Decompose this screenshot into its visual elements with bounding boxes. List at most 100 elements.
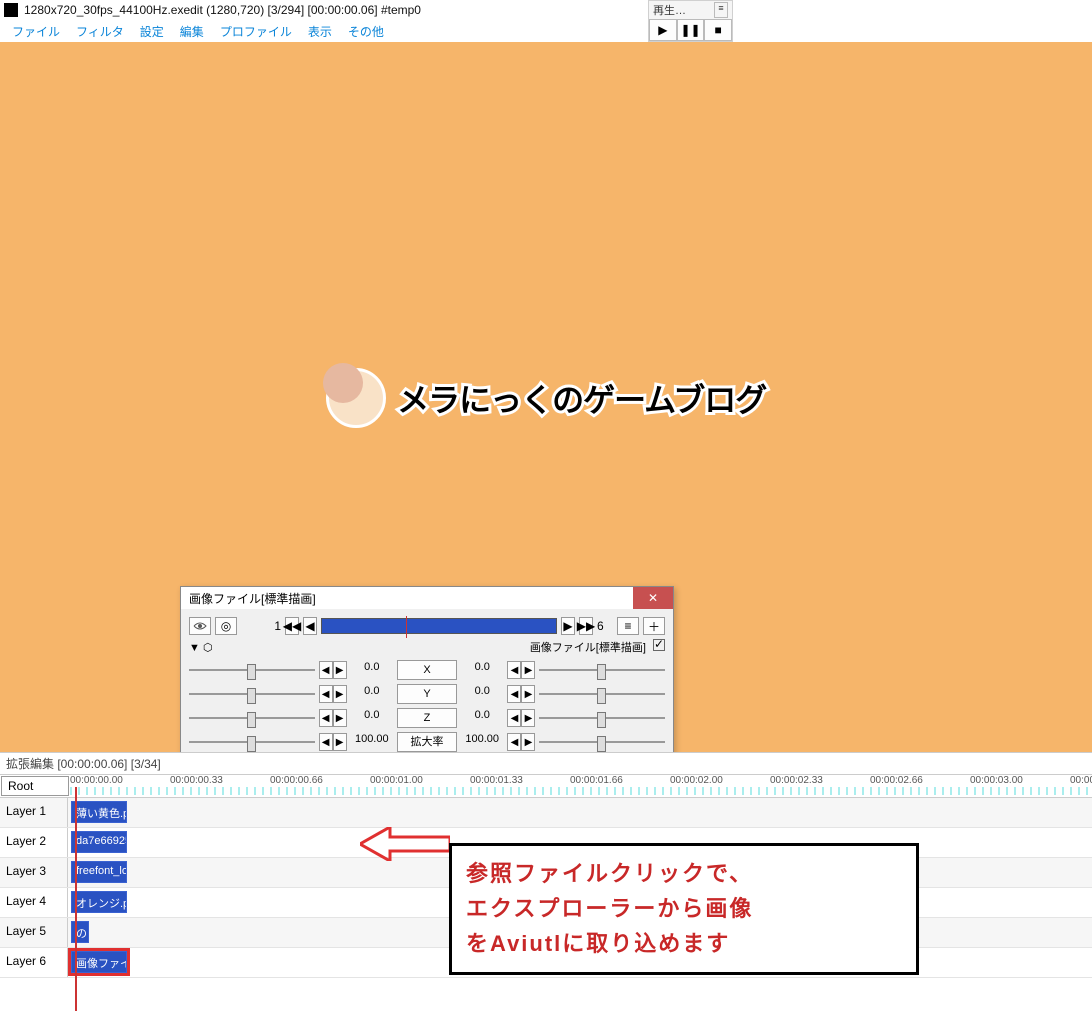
- ruler-time: 00:00:01.00: [370, 775, 423, 786]
- spin-left-inc[interactable]: ▶: [333, 733, 347, 751]
- ruler-time: 00:00:00.33: [170, 775, 223, 786]
- value-left: 0.0: [351, 685, 393, 703]
- timeline-clip[interactable]: の: [71, 921, 89, 943]
- layer-label[interactable]: Layer 3: [0, 858, 68, 887]
- layer-label[interactable]: Layer 1: [0, 798, 68, 827]
- ruler-time: 00:00:01.33: [470, 775, 523, 786]
- seek-prev-button[interactable]: ◀: [303, 617, 317, 635]
- spin-left-inc[interactable]: ▶: [333, 709, 347, 727]
- playback-title: 再生…: [653, 2, 686, 18]
- spin-left-dec[interactable]: ◀: [319, 685, 333, 703]
- app-icon: [4, 3, 18, 17]
- menu-file[interactable]: ファイル: [6, 21, 66, 42]
- timeline-ruler[interactable]: 00:00:00.0000:00:00.3300:00:00.6600:00:0…: [70, 775, 1092, 797]
- value-right: 100.00: [461, 733, 503, 751]
- spin-left-inc[interactable]: ▶: [333, 685, 347, 703]
- layer-label[interactable]: Layer 6: [0, 948, 68, 977]
- value-right: 0.0: [461, 709, 503, 727]
- menu-edit[interactable]: 編集: [174, 21, 210, 42]
- menu-filter[interactable]: フィルタ: [70, 21, 130, 42]
- menu-profile[interactable]: プロファイル: [214, 21, 298, 42]
- spin-right-dec[interactable]: ◀: [507, 733, 521, 751]
- seek-first-button[interactable]: ◀◀: [285, 617, 299, 635]
- annotation-line-1: 参照ファイルクリックで、: [466, 856, 902, 891]
- spin-right-inc[interactable]: ▶: [521, 685, 535, 703]
- spin-right-inc[interactable]: ▶: [521, 709, 535, 727]
- timeline-cursor[interactable]: [75, 787, 77, 1011]
- collapse-icon[interactable]: ▼ ⬡: [189, 641, 213, 654]
- param-row-X: ◀▶0.0X0.0◀▶: [189, 659, 665, 681]
- timeline-clip[interactable]: 画像ファイル: [71, 951, 127, 973]
- value-left: 100.00: [351, 733, 393, 751]
- menu-other[interactable]: その他: [342, 21, 390, 42]
- section-checkbox[interactable]: [653, 639, 665, 651]
- value-right: 0.0: [461, 685, 503, 703]
- spin-right-dec[interactable]: ◀: [507, 685, 521, 703]
- spin-left-dec[interactable]: ◀: [319, 661, 333, 679]
- seek-next-button[interactable]: ▶: [561, 617, 575, 635]
- ruler-time: 00:00:02.66: [870, 775, 923, 786]
- annotation-box: 参照ファイルクリックで、 エクスプローラーから画像 をAviutlに取り込めます: [449, 843, 919, 975]
- spin-right-inc[interactable]: ▶: [521, 661, 535, 679]
- timeline-title: 拡張編集 [00:00:00.06] [3/34]: [0, 753, 1092, 774]
- dialog-close-button[interactable]: ✕: [633, 587, 673, 609]
- slider-right[interactable]: [539, 710, 665, 726]
- annotation-arrow: [360, 827, 450, 864]
- seek-last-button[interactable]: ▶▶: [579, 617, 593, 635]
- slider-left[interactable]: [189, 734, 315, 750]
- spin-right-dec[interactable]: ◀: [507, 661, 521, 679]
- ruler-time: 00:00:03.00: [970, 775, 1023, 786]
- spin-left-dec[interactable]: ◀: [319, 709, 333, 727]
- frame-menu-button[interactable]: ≡: [617, 617, 639, 635]
- spin-right-inc[interactable]: ▶: [521, 733, 535, 751]
- param-row-Y: ◀▶0.0Y0.0◀▶: [189, 683, 665, 705]
- frame-start: 1: [241, 619, 281, 633]
- preview-logo: メラにっくのゲームブログ: [306, 368, 786, 428]
- dialog-title: 画像ファイル[標準描画]: [189, 590, 316, 607]
- stop-button[interactable]: ■: [704, 19, 732, 41]
- timeline-clip[interactable]: オレンジ.pn: [71, 891, 127, 913]
- circle-icon[interactable]: ◎: [215, 617, 237, 635]
- logo-avatar: [326, 368, 386, 428]
- eye-icon[interactable]: [189, 617, 211, 635]
- section-label: 画像ファイル[標準描画]: [530, 642, 646, 654]
- param-label-button[interactable]: Y: [397, 684, 457, 704]
- slider-right[interactable]: [539, 686, 665, 702]
- root-button[interactable]: Root: [1, 776, 69, 796]
- menu-view[interactable]: 表示: [302, 21, 338, 42]
- param-label-button[interactable]: 拡大率: [397, 732, 457, 752]
- slider-left[interactable]: [189, 686, 315, 702]
- slider-right[interactable]: [539, 662, 665, 678]
- playback-more-icon[interactable]: ≡: [714, 2, 728, 18]
- timeline-clip[interactable]: da7e66925: [71, 831, 127, 853]
- value-left: 0.0: [351, 709, 393, 727]
- timeline-clip[interactable]: 薄い黄色.p: [71, 801, 127, 823]
- frame-track[interactable]: [321, 618, 557, 634]
- ruler-time: 00:00:0: [1070, 775, 1092, 786]
- timeline-clip[interactable]: freefont_lo: [71, 861, 127, 883]
- ruler-time: 00:00:01.66: [570, 775, 623, 786]
- slider-right[interactable]: [539, 734, 665, 750]
- logo-text: メラにっくのゲームブログ: [397, 375, 766, 421]
- timeline-row: Layer 1薄い黄色.p: [0, 798, 1092, 828]
- play-button[interactable]: ▶: [649, 19, 677, 41]
- frame-add-button[interactable]: ＋: [643, 617, 665, 635]
- param-row-拡大率: ◀▶100.00拡大率100.00◀▶: [189, 731, 665, 753]
- pause-button[interactable]: ❚❚: [677, 19, 705, 41]
- spin-left-dec[interactable]: ◀: [319, 733, 333, 751]
- slider-left[interactable]: [189, 710, 315, 726]
- layer-track[interactable]: 薄い黄色.p: [68, 798, 1092, 827]
- layer-label[interactable]: Layer 2: [0, 828, 68, 857]
- layer-label[interactable]: Layer 5: [0, 918, 68, 947]
- value-right: 0.0: [461, 661, 503, 679]
- spin-right-dec[interactable]: ◀: [507, 709, 521, 727]
- frame-end: 6: [597, 619, 613, 633]
- param-label-button[interactable]: X: [397, 660, 457, 680]
- slider-left[interactable]: [189, 662, 315, 678]
- window-title: 1280x720_30fps_44100Hz.exedit (1280,720)…: [24, 3, 421, 17]
- menu-settings[interactable]: 設定: [134, 21, 170, 42]
- layer-label[interactable]: Layer 4: [0, 888, 68, 917]
- param-row-Z: ◀▶0.0Z0.0◀▶: [189, 707, 665, 729]
- param-label-button[interactable]: Z: [397, 708, 457, 728]
- spin-left-inc[interactable]: ▶: [333, 661, 347, 679]
